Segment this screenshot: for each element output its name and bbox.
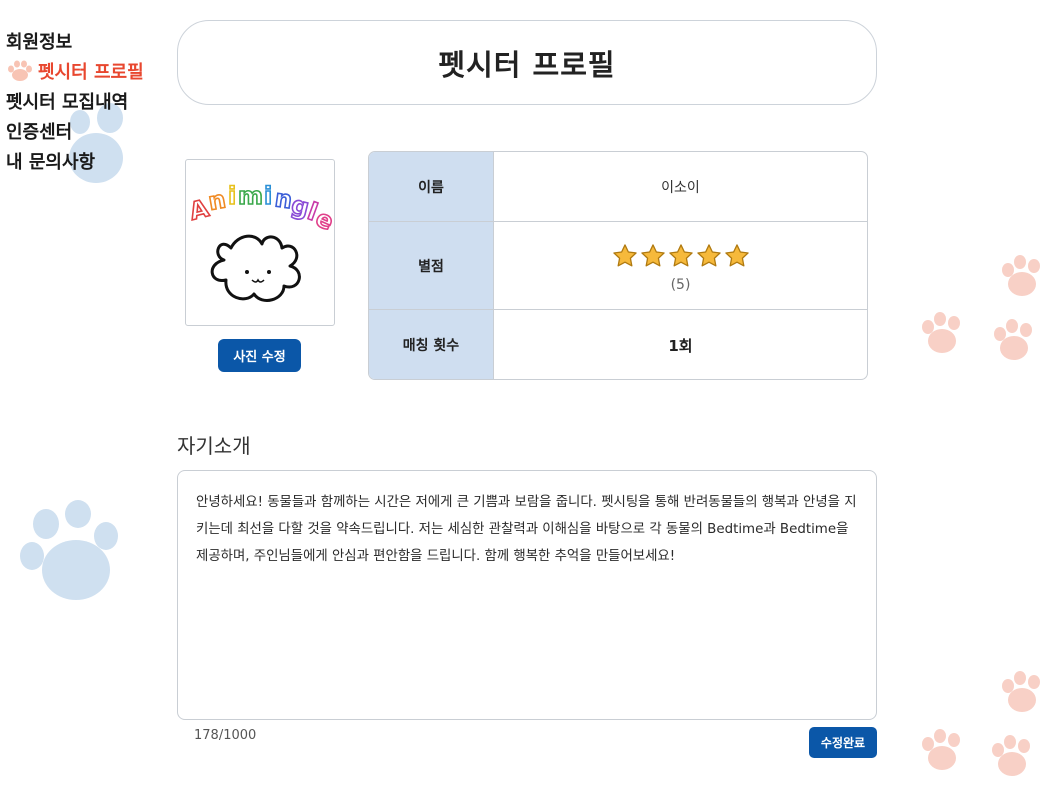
matching-count-label: 매칭 횟수	[369, 310, 494, 379]
matching-count-value: 1회	[494, 310, 867, 379]
svg-text:n: n	[206, 185, 228, 216]
svg-text:m: m	[238, 182, 263, 210]
decor-paw-print-icon	[16, 500, 126, 610]
decor-paw-print-icon	[990, 318, 1038, 364]
star-icon	[612, 243, 637, 267]
matching-count-text: 1회	[668, 336, 693, 355]
paw-icon	[6, 60, 32, 82]
star-icon	[724, 243, 749, 267]
star-icon	[696, 243, 721, 267]
info-row-matching-count: 매칭 횟수 1회	[369, 310, 867, 379]
sidebar-nav: 회원정보 펫시터 프로필 펫시터 모집내역 인증센터 내 문의사항	[6, 26, 176, 176]
sidebar-item-petsitter-profile[interactable]: 펫시터 프로필	[6, 56, 176, 86]
intro-heading: 자기소개	[177, 434, 251, 458]
sidebar-item-verification-center[interactable]: 인증센터	[6, 116, 176, 146]
rating-label: 별점	[369, 222, 494, 309]
char-count: 178/1000	[194, 728, 257, 743]
star-icon	[668, 243, 693, 267]
sidebar-item-label: 회원정보	[6, 32, 73, 53]
name-label: 이름	[369, 152, 494, 221]
intro-textarea[interactable]: 안녕하세요! 동물들과 함께하는 시간은 저에게 큰 기쁨과 보람을 줍니다. …	[177, 470, 877, 720]
name-text: 이소이	[661, 179, 700, 196]
info-row-name: 이름 이소이	[369, 152, 867, 222]
sidebar-item-label: 펫시터 프로필	[38, 62, 144, 83]
info-row-rating: 별점 (5)	[369, 222, 867, 310]
page-title: 펫시터 프로필	[438, 47, 616, 82]
sidebar-item-label: 펫시터 모집내역	[6, 92, 129, 113]
sidebar-item-label: 인증센터	[6, 122, 73, 143]
svg-text:i: i	[264, 182, 272, 210]
decor-paw-print-icon	[998, 670, 1046, 716]
sidebar-item-recruitment-history[interactable]: 펫시터 모집내역	[6, 86, 176, 116]
sidebar-item-member-info[interactable]: 회원정보	[6, 26, 176, 56]
edit-complete-button[interactable]: 수정완료	[809, 727, 877, 758]
photo-edit-button[interactable]: 사진 수정	[218, 339, 301, 372]
sidebar-item-my-inquiries[interactable]: 내 문의사항	[6, 146, 176, 176]
animingle-logo-image: A n i m i n g l e	[186, 181, 334, 302]
decor-paw-print-icon	[918, 728, 966, 774]
name-value: 이소이	[494, 152, 867, 221]
star-icon	[640, 243, 665, 267]
decor-paw-print-icon	[988, 734, 1036, 780]
intro-text: 안녕하세요! 동물들과 함께하는 시간은 저에게 큰 기쁨과 보람을 줍니다. …	[196, 495, 857, 564]
rating-value: (5)	[494, 222, 867, 309]
decor-paw-print-icon	[918, 311, 966, 357]
svg-text:i: i	[228, 182, 236, 210]
decor-paw-print-icon	[998, 254, 1046, 300]
rating-text: (5)	[670, 276, 691, 293]
rating-stars	[612, 243, 750, 269]
profile-info-table: 이름 이소이 별점 (5) 매칭 횟수 1회	[368, 151, 868, 380]
sidebar-item-label: 내 문의사항	[6, 152, 96, 173]
page-title-box: 펫시터 프로필	[177, 20, 877, 105]
profile-photo: A n i m i n g l e	[185, 159, 335, 326]
